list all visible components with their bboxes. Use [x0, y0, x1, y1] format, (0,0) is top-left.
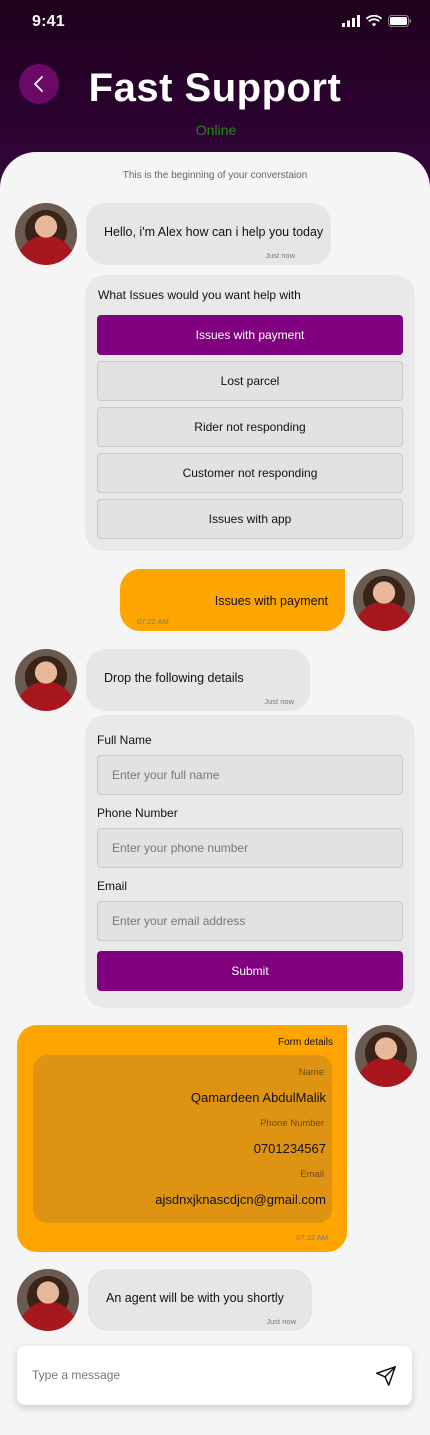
phone-number-label: Phone Number	[97, 806, 178, 820]
option-issues-with-payment[interactable]: Issues with payment	[97, 315, 403, 355]
message-input[interactable]: Type a message	[32, 1368, 120, 1382]
details-form: Full Name Enter your full name Phone Num…	[85, 715, 415, 1008]
send-icon[interactable]	[375, 1365, 397, 1387]
signal-icon	[342, 15, 360, 27]
phone-number-label: Phone Number	[260, 1118, 324, 1129]
agent-message-bubble: An agent will be with you shortly Just n…	[88, 1269, 312, 1331]
option-lost-parcel[interactable]: Lost parcel	[97, 361, 403, 401]
agent-avatar	[17, 1269, 79, 1331]
agent-avatar	[15, 203, 77, 265]
submit-button[interactable]: Submit	[97, 951, 403, 991]
wifi-icon	[366, 15, 382, 27]
phone-number-value: 0701234567	[253, 1141, 326, 1156]
status-bar: 9:41	[0, 0, 430, 44]
details-prompt-bubble: Drop the following details Just now	[86, 649, 310, 711]
form-details-title: Form details	[277, 1037, 333, 1048]
agent-avatar	[15, 649, 77, 711]
user-avatar	[353, 569, 415, 631]
form-details-panel: Name Qamardeen AbdulMalik Phone Number 0…	[33, 1055, 332, 1223]
message-time: 07:22 AM	[296, 1233, 328, 1242]
message-time: Just now	[266, 1317, 296, 1326]
page-title: Fast Support	[88, 66, 342, 110]
message-text: Hello, i'm Alex how can i help you today	[104, 225, 324, 239]
phone-number-input[interactable]: Enter your phone number	[97, 828, 403, 868]
email-label: Email	[97, 879, 128, 893]
form-details-bubble: Form details Name Qamardeen AbdulMalik P…	[17, 1025, 347, 1252]
email-input[interactable]: Enter your email address	[97, 901, 403, 941]
option-issues-with-app[interactable]: Issues with app	[97, 499, 403, 539]
conversation-start-note: This is the beginning of your converstai…	[122, 170, 308, 181]
status-time: 9:41	[32, 13, 65, 30]
email-value: ajsdnxjknascdjcn@gmail.com	[155, 1192, 326, 1207]
message-text: An agent will be with you shortly	[106, 1291, 284, 1305]
email-label: Email	[300, 1169, 324, 1180]
message-time: 07:22 AM	[137, 617, 169, 626]
online-status: Online	[195, 122, 237, 138]
message-time: Just now	[264, 697, 294, 706]
message-time: Just now	[265, 251, 295, 260]
option-customer-not-responding[interactable]: Customer not responding	[97, 453, 403, 493]
issues-question: What Issues would you want help with	[98, 288, 301, 302]
message-composer[interactable]: Type a message	[17, 1346, 412, 1405]
option-rider-not-responding[interactable]: Rider not responding	[97, 407, 403, 447]
message-text: Drop the following details	[104, 671, 244, 685]
user-avatar	[355, 1025, 417, 1087]
message-text: Issues with payment	[214, 594, 328, 608]
greeting-bubble: Hello, i'm Alex how can i help you today…	[86, 203, 331, 265]
full-name-label: Full Name	[97, 733, 152, 747]
status-icons	[342, 15, 412, 27]
issues-card: What Issues would you want help with Iss…	[85, 275, 415, 551]
full-name-input[interactable]: Enter your full name	[97, 755, 403, 795]
name-value: Qamardeen AbdulMalik	[190, 1090, 326, 1105]
user-reply-bubble: Issues with payment 07:22 AM	[120, 569, 345, 631]
name-label: Name	[298, 1067, 324, 1078]
battery-icon	[388, 15, 412, 27]
